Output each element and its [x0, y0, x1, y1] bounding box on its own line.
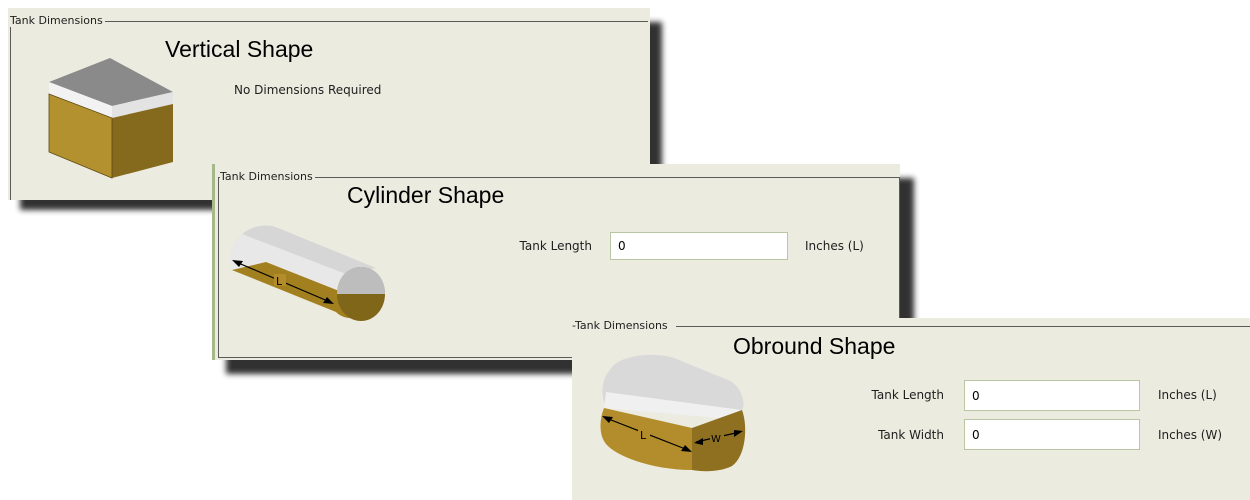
- tank-length-unit: Inches (L): [805, 239, 864, 253]
- group-title: Tank Dimensions: [10, 14, 105, 27]
- width-dimension-letter: W: [711, 434, 721, 445]
- tank-length-unit: Inches (L): [1158, 388, 1217, 402]
- shape-title: Cylinder Shape: [347, 182, 505, 208]
- tank-width-input[interactable]: [964, 419, 1140, 450]
- tank-length-input[interactable]: [964, 380, 1140, 411]
- length-dimension-letter: L: [276, 275, 283, 288]
- group-title: -Tank Dimensions: [572, 319, 670, 332]
- no-dimensions-note: No Dimensions Required: [234, 83, 382, 97]
- tank-width-label: Tank Width: [878, 428, 944, 442]
- tank-length-input[interactable]: [610, 232, 788, 260]
- obround-shape-panel: -Tank Dimensions Obround Shape Tank Leng…: [572, 318, 1250, 500]
- length-dimension-letter: L: [640, 429, 647, 442]
- cylinder-tank-icon: L: [230, 225, 385, 321]
- group-title: Tank Dimensions: [220, 170, 315, 183]
- tank-length-label: Tank Length: [871, 388, 944, 402]
- shape-title: Vertical Shape: [165, 36, 314, 62]
- obround-tank-icon: L W: [600, 354, 746, 472]
- shape-title: Obround Shape: [733, 333, 896, 359]
- tank-width-unit: Inches (W): [1158, 428, 1223, 442]
- tank-length-label: Tank Length: [519, 239, 592, 253]
- vertical-tank-icon: [48, 58, 173, 179]
